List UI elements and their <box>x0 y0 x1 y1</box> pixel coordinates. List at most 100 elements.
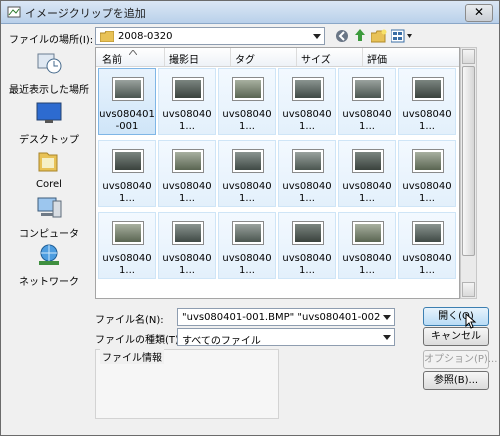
browse-button[interactable]: 参照(B)... <box>423 371 489 390</box>
file-tile[interactable]: uvs080401... <box>218 68 276 135</box>
file-tile[interactable]: uvs080401... <box>338 68 396 135</box>
up-folder-icon[interactable] <box>353 28 367 43</box>
thumbnail-image <box>292 221 324 245</box>
file-name: uvs080401... <box>402 181 452 204</box>
file-name: uvs080401... <box>342 181 392 204</box>
file-info-group: ファイル情報 <box>95 349 279 419</box>
sidebar-item-recent[interactable]: 最近表示した場所 <box>9 51 89 96</box>
look-in-label: ファイルの場所(I): <box>9 35 94 46</box>
file-tile[interactable]: uvs080401... <box>218 212 276 279</box>
look-in-combo[interactable]: 2008-0320 <box>95 27 325 45</box>
file-tile[interactable]: uvs080401... <box>98 212 156 279</box>
sidebar-item-network[interactable]: ネットワーク <box>9 243 89 288</box>
vertical-scrollbar[interactable] <box>460 47 477 299</box>
thumbnail-image <box>172 149 204 173</box>
file-name: uvs080401... <box>402 253 452 276</box>
thumbnail-image <box>292 149 324 173</box>
cancel-button[interactable]: キャンセル <box>423 327 489 346</box>
file-name: uvs080401... <box>282 109 332 132</box>
file-name: uvs080401... <box>162 181 212 204</box>
column-size[interactable]: サイズ <box>301 51 331 66</box>
open-button[interactable]: 開く(O) <box>423 307 489 326</box>
column-name[interactable]: 名前 <box>102 51 122 66</box>
sidebar-item-desktop[interactable]: デスクトップ <box>9 101 89 146</box>
thumbnail-image <box>172 77 204 101</box>
column-rating[interactable]: 評価 <box>367 51 387 66</box>
thumbnail-image <box>232 77 264 101</box>
title-bar: イメージクリップを追加 ✕ <box>1 1 499 24</box>
file-name: uvs080401... <box>342 109 392 132</box>
file-tile[interactable]: uvs080401... <box>158 140 216 207</box>
column-date-taken[interactable]: 撮影日 <box>169 51 199 66</box>
file-tile[interactable]: uvs080401-001 <box>98 68 156 135</box>
file-name: uvs080401... <box>102 181 152 204</box>
sort-ascending-icon <box>129 50 137 55</box>
thumbnail-image <box>412 149 444 173</box>
file-tile[interactable]: uvs080401... <box>398 68 456 135</box>
folder-icon <box>38 152 58 172</box>
computer-icon <box>37 197 62 218</box>
file-name: uvs080401... <box>102 253 152 276</box>
add-image-clip-dialog: イメージクリップを追加 ✕ ファイルの場所(I): 2008-0320 最近表示… <box>0 0 500 436</box>
thumbnail-image <box>352 221 384 245</box>
folder-icon <box>100 31 114 42</box>
file-name: uvs080401... <box>222 109 272 132</box>
thumbnail-image <box>292 77 324 101</box>
file-tile[interactable]: uvs080401... <box>278 140 336 207</box>
column-header: 名前 撮影日 タグ サイズ 評価 <box>96 48 459 67</box>
file-tile[interactable]: uvs080401... <box>278 68 336 135</box>
sidebar-item-label: コンピュータ <box>19 229 79 240</box>
file-tile[interactable]: uvs080401... <box>338 140 396 207</box>
file-tile[interactable]: uvs080401... <box>338 212 396 279</box>
thumbnail-image <box>352 149 384 173</box>
file-tile[interactable]: uvs080401... <box>98 140 156 207</box>
thumbnail-image <box>232 221 264 245</box>
file-name: uvs080401... <box>402 109 452 132</box>
file-name: uvs080401... <box>282 181 332 204</box>
current-folder: 2008-0320 <box>118 31 173 42</box>
file-tile[interactable]: uvs080401... <box>278 212 336 279</box>
options-button[interactable]: オプション(P)... <box>423 350 497 369</box>
scroll-thumb[interactable] <box>462 66 475 256</box>
filename-label: ファイル名(N): <box>95 315 164 326</box>
sidebar-item-label: ネットワーク <box>19 277 79 288</box>
chevron-down-icon <box>383 315 391 320</box>
file-name: uvs080401... <box>222 253 272 276</box>
file-name: uvs080401-001 <box>99 109 155 132</box>
file-tile[interactable]: uvs080401... <box>158 212 216 279</box>
new-folder-icon[interactable] <box>371 29 387 43</box>
sidebar-item-label: 最近表示した場所 <box>9 85 89 96</box>
file-name: uvs080401... <box>222 181 272 204</box>
close-button[interactable]: ✕ <box>465 4 493 22</box>
column-tags[interactable]: タグ <box>235 51 255 66</box>
file-tile[interactable]: uvs080401... <box>398 212 456 279</box>
network-icon <box>39 244 59 265</box>
sidebar-item-label: デスクトップ <box>19 135 79 146</box>
file-name: uvs080401... <box>342 253 392 276</box>
view-menu-icon[interactable] <box>391 29 413 43</box>
file-info-label: ファイル情報 <box>100 349 164 364</box>
filename-value: "uvs080401-001.BMP" "uvs080401-002.BMP" … <box>182 312 380 323</box>
file-tile[interactable]: uvs080401... <box>158 68 216 135</box>
filename-input[interactable]: "uvs080401-001.BMP" "uvs080401-002.BMP" … <box>177 308 395 326</box>
sidebar-item-computer[interactable]: コンピュータ <box>9 195 89 240</box>
scroll-up-button[interactable] <box>462 49 475 64</box>
sidebar-item-label: Corel <box>36 179 62 190</box>
filetype-value: すべてのファイル <box>182 336 261 347</box>
file-tile[interactable]: uvs080401... <box>398 140 456 207</box>
chevron-down-icon <box>313 34 321 39</box>
chevron-down-icon <box>383 335 391 340</box>
thumbnail-image <box>412 77 444 101</box>
recent-places-icon <box>37 53 62 74</box>
file-list[interactable]: 名前 撮影日 タグ サイズ 評価 uvs080401-001 uvs080401.… <box>95 47 460 299</box>
file-tile[interactable]: uvs080401... <box>218 140 276 207</box>
filetype-select[interactable]: すべてのファイル <box>177 328 395 347</box>
file-name: uvs080401... <box>162 109 212 132</box>
scroll-down-button[interactable] <box>462 282 475 297</box>
app-icon <box>7 6 21 18</box>
places-bar: 最近表示した場所 デスクトップ Corel コンピュータ ネットワーク <box>9 47 89 299</box>
sidebar-item-corel[interactable]: Corel <box>9 149 89 190</box>
filetype-label: ファイルの種類(T): <box>95 335 183 346</box>
back-icon[interactable] <box>335 29 349 43</box>
thumbnail-image <box>172 221 204 245</box>
